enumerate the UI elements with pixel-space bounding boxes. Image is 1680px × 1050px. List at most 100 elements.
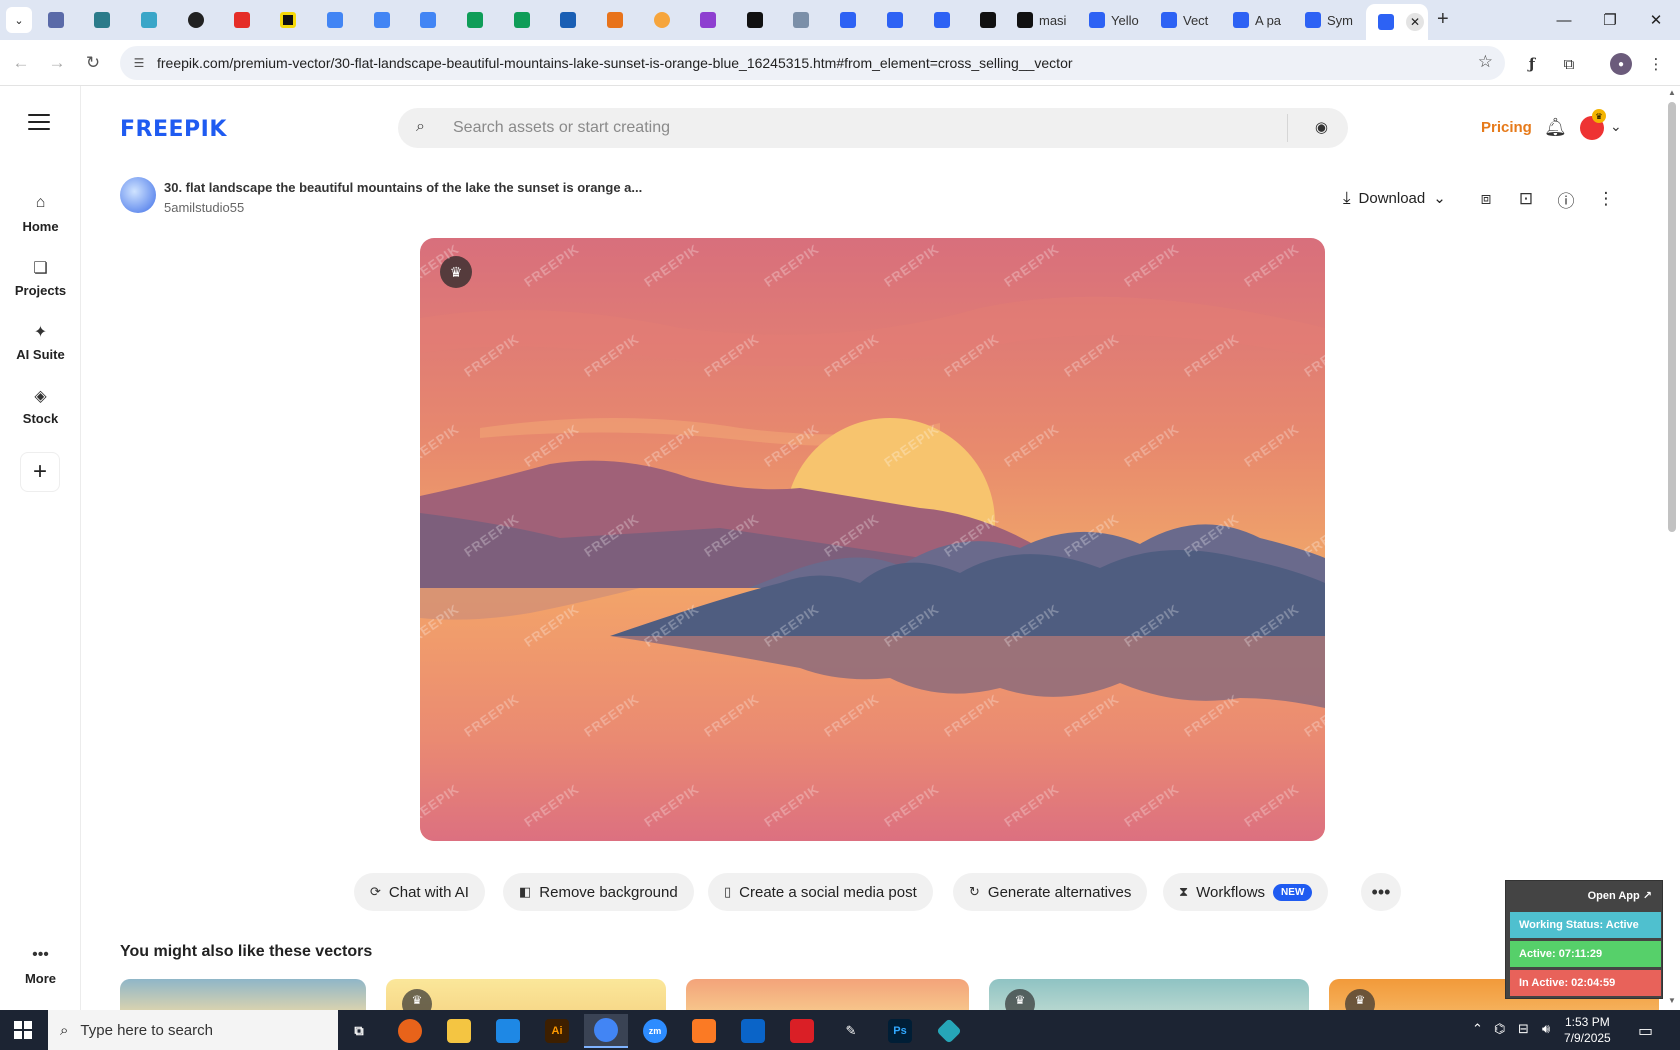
browser-tab[interactable] — [222, 6, 264, 34]
more-tools-button[interactable]: ••• — [1361, 873, 1401, 911]
vscode-icon[interactable] — [486, 1014, 530, 1048]
browser-tab[interactable] — [36, 6, 78, 34]
firefox-icon[interactable] — [388, 1014, 432, 1048]
forward-icon[interactable]: → — [44, 50, 70, 76]
browser-tab[interactable] — [502, 6, 544, 34]
browser-tab[interactable]: masi — [1005, 6, 1077, 34]
download-button[interactable]: ⤓ Download ⌄ — [1343, 188, 1446, 208]
browser-tab[interactable] — [362, 6, 404, 34]
browser-tab[interactable] — [129, 6, 171, 34]
more-options-icon[interactable]: ⋮ — [1594, 187, 1618, 211]
taskbar-search-placeholder[interactable]: Type here to search — [80, 1022, 213, 1039]
zoom-icon[interactable]: zm — [633, 1014, 677, 1048]
bookmark-star-icon[interactable]: ☆ — [1478, 52, 1493, 72]
taskbar-clock[interactable]: 1:53 PM 7/9/2025 — [1564, 1014, 1611, 1046]
new-tab-icon[interactable]: + — [1437, 8, 1449, 31]
sidebar-item-more[interactable]: ••• More — [0, 946, 81, 986]
extensions-puzzle-icon[interactable]: ⧉ — [1558, 53, 1580, 75]
pricing-link[interactable]: Pricing — [1481, 119, 1532, 136]
restore-icon[interactable]: ❐ — [1587, 6, 1633, 34]
browser-tab[interactable]: Vect — [1149, 6, 1221, 34]
active-browser-tab[interactable]: ✕ — [1366, 4, 1428, 40]
font-extension-icon[interactable]: ƒ — [1521, 53, 1543, 75]
browser-tab[interactable]: A pa — [1221, 6, 1293, 34]
browser-tab[interactable] — [828, 6, 870, 34]
create-social-post-button[interactable]: ▯ Create a social media post — [708, 873, 933, 911]
reload-icon[interactable]: ↻ — [80, 50, 106, 76]
camera-search-icon[interactable]: ◉ — [1315, 118, 1328, 136]
browser-tab[interactable] — [82, 6, 124, 34]
search-bar[interactable]: ⌕ ◉ — [398, 108, 1348, 148]
sidebar-item-projects[interactable]: ❏ Projects — [0, 258, 81, 298]
browser-tab[interactable]: Sym — [1293, 6, 1365, 34]
illustrator-icon[interactable]: Ai — [535, 1014, 579, 1048]
browser-tab[interactable] — [315, 6, 357, 34]
windows-start-icon[interactable] — [14, 1021, 32, 1039]
browser-menu-icon[interactable]: ⋮ — [1645, 53, 1667, 75]
notifications-icon[interactable]: ▭ — [1638, 1021, 1653, 1041]
close-window-icon[interactable]: ✕ — [1633, 6, 1679, 34]
related-thumbnail[interactable]: ♛ — [386, 979, 666, 1010]
scroll-down-icon[interactable]: ▼ — [1668, 996, 1676, 1005]
tray-wifi-icon[interactable]: ⊟ — [1518, 1021, 1529, 1037]
xampp-icon[interactable] — [682, 1014, 726, 1048]
back-icon[interactable]: ← — [8, 50, 34, 76]
tab-search-icon[interactable]: ⌄ — [6, 7, 32, 33]
browser-tab[interactable] — [176, 6, 218, 34]
browser-tab[interactable] — [408, 6, 450, 34]
workflows-button[interactable]: ⧗ Workflows NEW — [1163, 873, 1329, 911]
task-view-icon[interactable]: ⧉ — [337, 1014, 381, 1048]
notification-bell-icon[interactable]: 🔔︎ — [1544, 117, 1567, 138]
sidebar-item-home[interactable]: ⌂ Home — [0, 194, 81, 234]
info-icon[interactable]: ⓘ — [1554, 187, 1578, 211]
related-thumbnail[interactable] — [686, 979, 969, 1010]
browser-tab[interactable] — [922, 6, 964, 34]
taskbar-search[interactable]: ⌕ Type here to search — [48, 1010, 338, 1050]
open-app-button[interactable]: Open App ↗ — [1588, 889, 1652, 902]
scroll-up-icon[interactable]: ▲ — [1668, 88, 1676, 97]
browser-tab[interactable] — [968, 6, 1010, 34]
chrome-icon[interactable] — [584, 1014, 628, 1048]
author-name[interactable]: 5amilstudio55 — [164, 200, 244, 215]
url-text[interactable]: freepik.com/premium-vector/30-flat-lands… — [157, 55, 1073, 71]
close-tab-icon[interactable]: ✕ — [1406, 13, 1424, 31]
browser-tab[interactable] — [875, 6, 917, 34]
browser-tab[interactable] — [642, 6, 684, 34]
scroll-thumb[interactable] — [1668, 102, 1676, 532]
remove-background-button[interactable]: ◧ Remove background — [503, 873, 694, 911]
page-scrollbar[interactable]: ▲ ▼ — [1664, 86, 1680, 1010]
address-bar[interactable]: ☰ freepik.com/premium-vector/30-flat-lan… — [120, 46, 1505, 80]
related-thumbnail[interactable]: ♛ — [989, 979, 1309, 1010]
add-to-folder-icon[interactable]: ⧈ — [1474, 187, 1498, 211]
sidebar-item-ai-suite[interactable]: ✦ AI Suite — [0, 322, 81, 362]
browser-tab[interactable]: Yello — [1077, 6, 1149, 34]
browser-tab[interactable] — [781, 6, 823, 34]
creative-cloud-icon[interactable] — [780, 1014, 824, 1048]
pen-tool-icon[interactable]: ✎ — [829, 1014, 873, 1048]
edit-image-icon[interactable]: ⊡ — [1514, 187, 1538, 211]
add-icon[interactable]: + — [20, 452, 60, 492]
browser-tab[interactable] — [548, 6, 590, 34]
tray-volume-icon[interactable]: 🔊︎ — [1542, 1021, 1550, 1037]
outlook-icon[interactable] — [731, 1014, 775, 1048]
chevron-down-icon[interactable]: ⌄ — [1610, 118, 1622, 135]
author-avatar[interactable] — [120, 177, 156, 213]
photoshop-icon[interactable]: Ps — [878, 1014, 922, 1048]
browser-tab[interactable] — [268, 6, 310, 34]
freepik-logo[interactable]: FREEPIK — [120, 117, 227, 142]
tray-network-icon[interactable]: ⌬ — [1494, 1021, 1505, 1037]
browser-tab[interactable] — [688, 6, 730, 34]
hamburger-menu-icon[interactable] — [28, 114, 50, 132]
minimize-icon[interactable]: — — [1541, 6, 1587, 34]
related-thumbnail[interactable] — [120, 979, 366, 1010]
app-diamond-icon[interactable] — [927, 1014, 971, 1048]
search-input[interactable] — [453, 108, 1273, 148]
generate-alternatives-button[interactable]: ↻ Generate alternatives — [953, 873, 1148, 911]
tray-chevron-icon[interactable]: ⌃ — [1472, 1021, 1483, 1037]
chat-with-ai-button[interactable]: ⟳ Chat with AI — [354, 873, 485, 911]
file-explorer-icon[interactable] — [437, 1014, 481, 1048]
browser-tab[interactable] — [735, 6, 777, 34]
preview-image[interactable]: ♛ FREEPIK FREEPIK FREEPIK FREEPIK FREEPIK FRE… — [420, 238, 1325, 841]
browser-tab[interactable] — [595, 6, 637, 34]
browser-tab[interactable] — [455, 6, 497, 34]
